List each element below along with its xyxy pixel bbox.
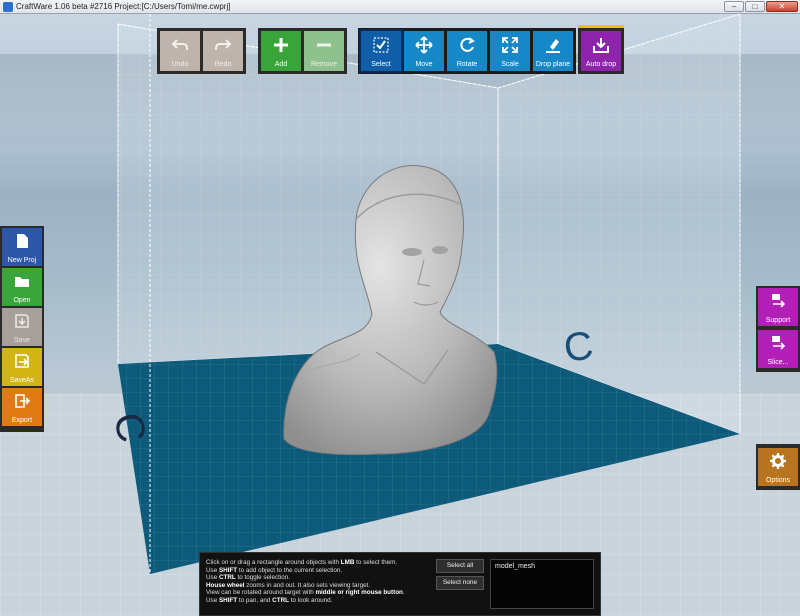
save-as-label: SaveAs bbox=[9, 377, 35, 384]
new-project-button[interactable]: New Proj bbox=[2, 228, 42, 266]
open-label: Open bbox=[13, 297, 31, 304]
undo-button[interactable]: Undo bbox=[160, 31, 200, 71]
drop-plane-icon bbox=[546, 39, 560, 53]
options-button[interactable]: Options bbox=[758, 448, 798, 486]
object-list[interactable]: model_mesh bbox=[490, 559, 594, 609]
remove-button[interactable]: Remove bbox=[304, 31, 344, 71]
build-volume-scene: C C bbox=[0, 14, 800, 616]
select-check-icon bbox=[373, 37, 389, 53]
new-project-icon bbox=[17, 234, 28, 248]
rotate-label: Rotate bbox=[456, 61, 478, 68]
remove-label: Remove bbox=[310, 61, 338, 68]
process-panel: Support Slice... bbox=[756, 286, 800, 372]
new-project-label: New Proj bbox=[7, 257, 37, 264]
auto-drop-icon bbox=[593, 38, 609, 53]
select-label: Select bbox=[371, 61, 391, 68]
transform-toolbar: Select Move Rotate Scale Drop plane bbox=[358, 28, 576, 74]
select-none-button[interactable]: Select none bbox=[436, 576, 484, 590]
options-label: Options bbox=[765, 477, 791, 484]
slice-icon bbox=[772, 336, 786, 350]
wall-logo-right: C bbox=[561, 323, 596, 371]
save-icon bbox=[15, 314, 29, 328]
options-panel: Options bbox=[756, 444, 800, 490]
save-button[interactable]: Save bbox=[2, 308, 42, 346]
auto-drop-button[interactable]: Auto drop bbox=[581, 31, 621, 71]
close-button[interactable]: ✕ bbox=[766, 1, 798, 12]
move-tool-button[interactable]: Move bbox=[404, 31, 444, 71]
history-toolbar: Undo Redo bbox=[157, 28, 246, 74]
file-panel: New Proj Open Save SaveAs Export bbox=[0, 226, 44, 432]
add-label: Add bbox=[274, 61, 288, 68]
open-button[interactable]: Open bbox=[2, 268, 42, 306]
help-text: Click on or drag a rectangle around obje… bbox=[206, 559, 405, 604]
object-toolbar: Add Remove bbox=[258, 28, 347, 74]
undo-label: Undo bbox=[171, 61, 189, 68]
move-arrows-icon bbox=[415, 36, 433, 54]
gear-icon bbox=[770, 453, 786, 469]
select-all-button[interactable]: Select all bbox=[436, 559, 484, 573]
undo-icon bbox=[171, 39, 188, 50]
app-icon bbox=[3, 1, 13, 12]
drop-plane-label: Drop plane bbox=[535, 61, 571, 68]
redo-label: Redo bbox=[214, 61, 232, 68]
minimize-button[interactable]: – bbox=[724, 1, 744, 12]
folder-icon bbox=[15, 277, 29, 287]
auto-drop-toolbar: Auto drop bbox=[578, 25, 624, 74]
export-icon bbox=[15, 394, 31, 408]
object-list-item[interactable]: model_mesh bbox=[491, 560, 593, 573]
plus-icon bbox=[274, 38, 288, 52]
support-button[interactable]: Support bbox=[758, 288, 798, 326]
scale-icon bbox=[502, 37, 518, 53]
rotate-icon bbox=[460, 37, 475, 52]
support-label: Support bbox=[765, 317, 791, 324]
maximize-button[interactable]: □ bbox=[745, 1, 765, 12]
slice-label: Slice... bbox=[767, 359, 789, 366]
save-label: Save bbox=[14, 337, 30, 344]
redo-icon bbox=[215, 39, 232, 50]
minus-icon bbox=[317, 43, 331, 47]
export-button[interactable]: Export bbox=[2, 388, 42, 426]
save-as-icon bbox=[15, 354, 29, 368]
scale-label: Scale bbox=[501, 61, 519, 68]
scale-tool-button[interactable]: Scale bbox=[490, 31, 530, 71]
add-button[interactable]: Add bbox=[261, 31, 301, 71]
support-icon bbox=[772, 294, 786, 308]
save-as-button[interactable]: SaveAs bbox=[2, 348, 42, 386]
3d-viewport[interactable]: C C Undo Redo Add Remove Select Move Rot… bbox=[0, 14, 800, 616]
auto-drop-label: Auto drop bbox=[585, 61, 617, 68]
move-label: Move bbox=[415, 61, 433, 68]
export-label: Export bbox=[11, 417, 33, 424]
window-titlebar: CraftWare 1.06 beta #2716 Project:[C:/Us… bbox=[0, 0, 800, 14]
window-title: CraftWare 1.06 beta #2716 Project:[C:/Us… bbox=[16, 2, 231, 11]
rotate-tool-button[interactable]: Rotate bbox=[447, 31, 487, 71]
redo-button[interactable]: Redo bbox=[203, 31, 243, 71]
select-tool-button[interactable]: Select bbox=[359, 29, 403, 73]
drop-plane-tool-button[interactable]: Drop plane bbox=[533, 31, 573, 71]
slice-button[interactable]: Slice... bbox=[758, 330, 798, 368]
